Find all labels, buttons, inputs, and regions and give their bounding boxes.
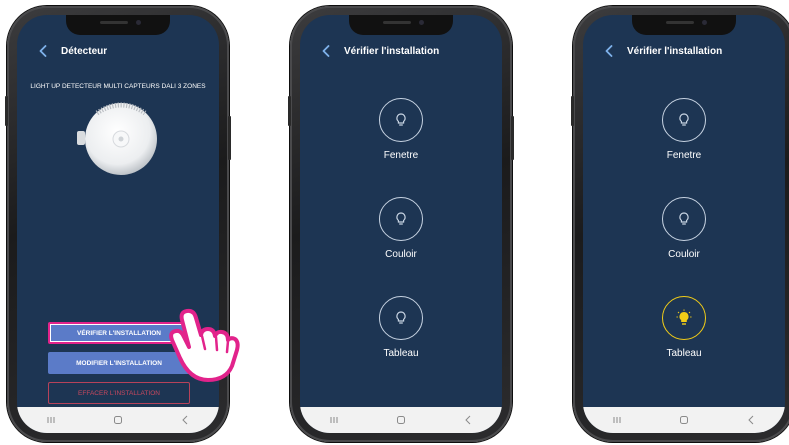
zone-label: Fenetre [666,150,702,161]
zone-toggle-button[interactable] [662,296,706,340]
zone-toggle-button[interactable] [379,98,423,142]
recent-apps-icon [47,417,55,423]
notch [66,15,170,35]
recent-apps-button[interactable] [597,410,637,430]
zone-label: Fenetre [383,150,419,161]
app-header: Vérifier l'installation [300,37,502,65]
nav-back-button[interactable] [165,410,205,430]
app-header: Détecteur [17,37,219,65]
recent-apps-button[interactable] [314,410,354,430]
recent-apps-icon [330,417,338,423]
zone-label: Couloir [385,249,417,260]
bulb-on-icon [676,309,692,325]
zone-label: Tableau [666,348,702,359]
bulb-icon [396,311,406,324]
bulb-icon [396,113,406,126]
zone-item: Couloir [300,197,502,260]
device-name: LIGHT UP DETECTEUR MULTI CAPTEURS DALI 3… [30,83,206,90]
notch [349,15,453,35]
home-icon [396,416,405,424]
volume-button [288,96,291,126]
app-header: Vérifier l'installation [583,37,785,65]
detector-image [75,99,163,182]
zone-toggle-button[interactable] [379,296,423,340]
page-title: Vérifier l'installation [627,45,723,57]
phone-verify-after: Vérifier l'installation Fenetre Couloir [571,6,789,442]
bulb-icon [396,212,406,225]
zone-toggle-button[interactable] [662,98,706,142]
home-button[interactable] [381,410,421,430]
page-title: Vérifier l'installation [344,45,440,57]
bulb-icon [679,113,689,126]
nav-back-icon [748,415,754,425]
android-nav-bar [300,407,502,433]
nav-back-button[interactable] [731,410,771,430]
android-nav-bar [583,407,785,433]
back-button[interactable] [316,40,336,62]
recent-apps-button[interactable] [31,410,71,430]
zone-item: Fenetre [300,98,502,161]
home-icon [113,416,122,424]
power-button [228,116,231,160]
volume-button [571,96,574,126]
zone-toggle-button[interactable] [662,197,706,241]
chevron-left-icon [39,45,47,57]
phone-verify-before: Vérifier l'installation Fenetre Couloir … [288,6,514,442]
nav-back-icon [465,415,471,425]
zone-item: Tableau [300,296,502,359]
power-button [511,116,514,160]
home-button[interactable] [664,410,704,430]
zone-item: Couloir [583,197,785,260]
back-button[interactable] [599,40,619,62]
home-icon [679,416,688,424]
zone-item: Tableau [583,296,785,359]
nav-back-button[interactable] [448,410,488,430]
volume-button [5,96,8,126]
home-button[interactable] [98,410,138,430]
chevron-left-icon [322,45,330,57]
notch [632,15,736,35]
recent-apps-icon [613,417,621,423]
bulb-icon [679,212,689,225]
back-button[interactable] [33,40,53,62]
screen: Vérifier l'installation Fenetre Couloir … [300,15,502,433]
page-title: Détecteur [61,45,108,57]
chevron-left-icon [605,45,613,57]
tap-hand-icon [158,300,242,389]
android-nav-bar [17,407,219,433]
zone-toggle-button[interactable] [379,197,423,241]
zone-label: Tableau [383,348,419,359]
nav-back-icon [182,415,188,425]
zone-item: Fenetre [583,98,785,161]
zone-label: Couloir [668,249,700,260]
screen: Vérifier l'installation Fenetre Couloir [583,15,785,433]
